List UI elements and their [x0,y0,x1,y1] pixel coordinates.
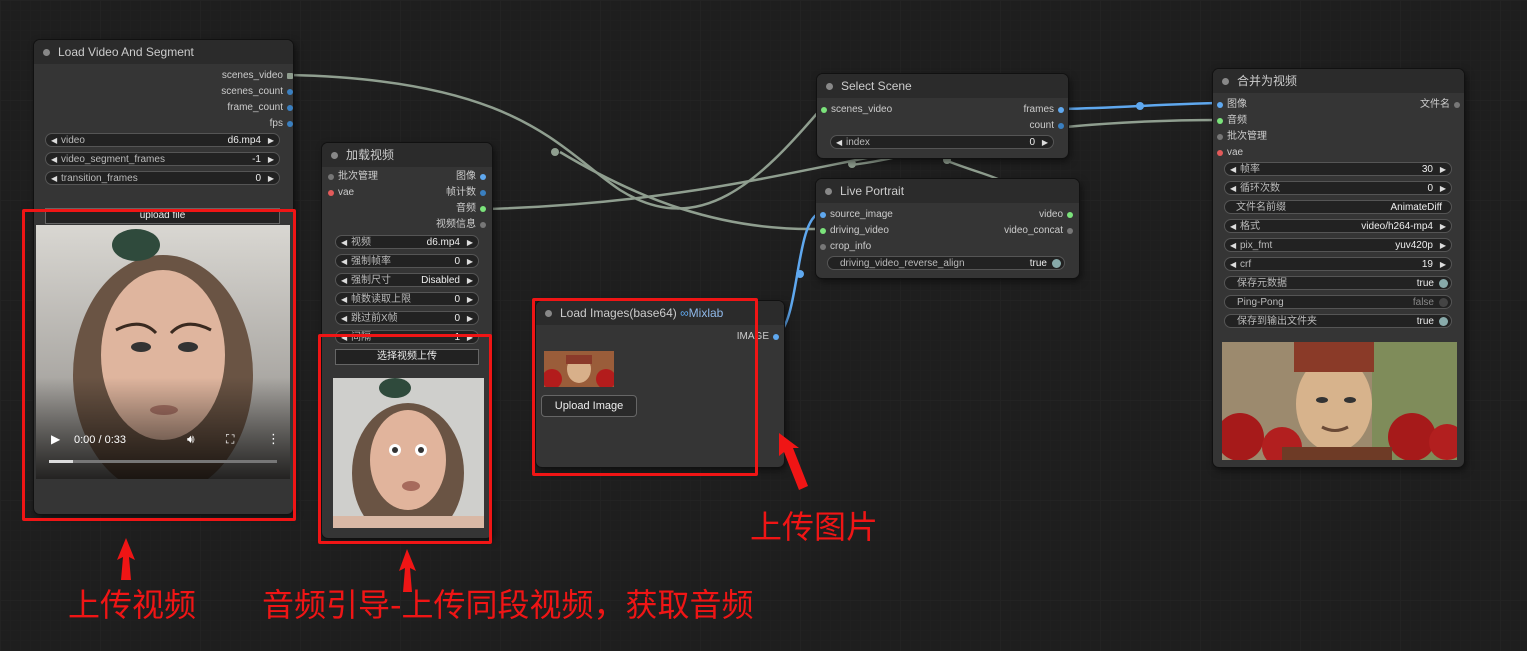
arrow-up-icon [117,538,135,580]
annotation-upload-video: 上传视频 [68,586,197,624]
annotation-audio-guide: 音频引导-上传同段视频，获取音频 [262,586,754,624]
annotation-upload-image: 上传图片 [750,508,879,546]
annotation-arrows [117,433,808,592]
arrow-up-left-icon [779,433,808,490]
